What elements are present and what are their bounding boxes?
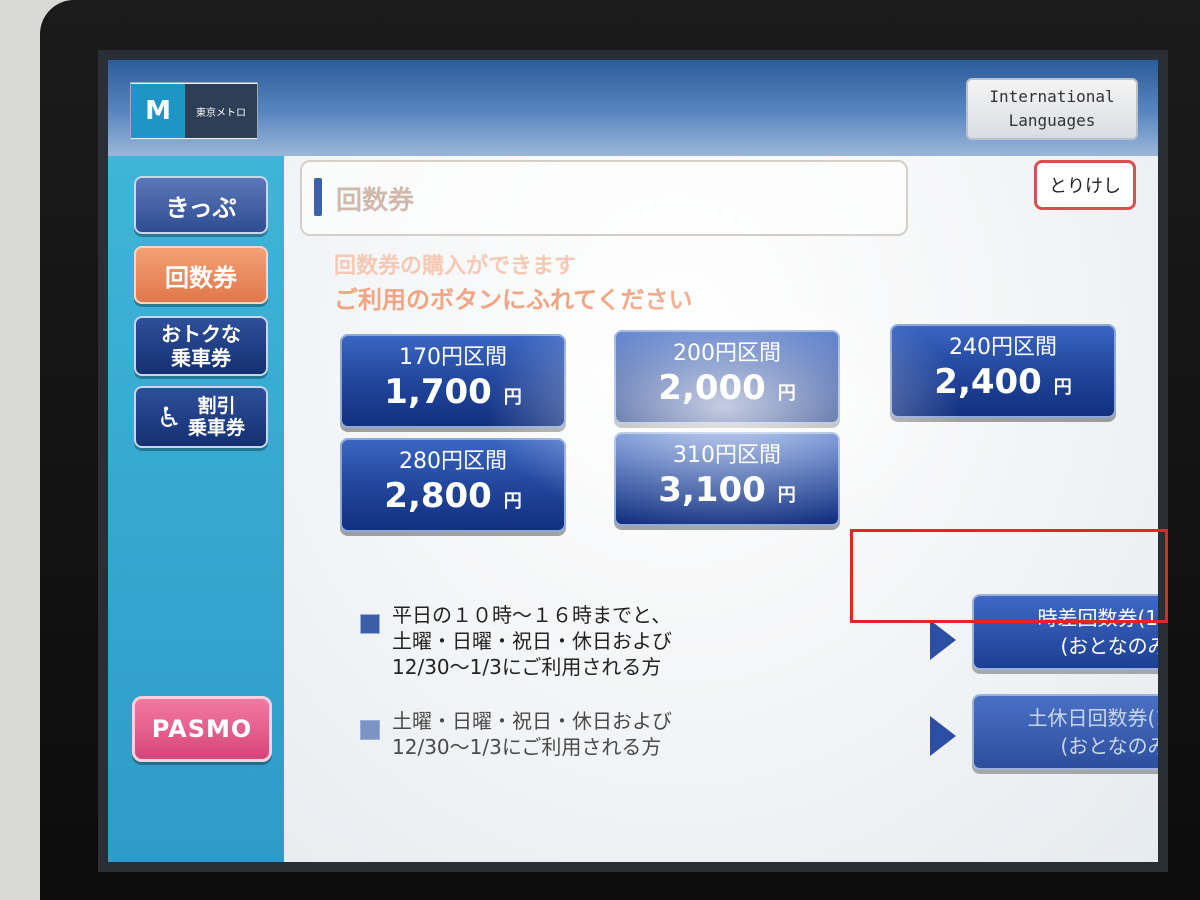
option-desc-line: 12/30～1/3にご利用される方 bbox=[392, 655, 662, 679]
fare-price: 2,000 円 bbox=[658, 368, 795, 414]
sidebar-item-label-line1: 割引 bbox=[197, 395, 236, 417]
fare-amount: 2,400 bbox=[934, 362, 1042, 402]
yen-unit: 円 bbox=[777, 383, 796, 404]
metro-logo-icon: M bbox=[131, 84, 185, 138]
instruction-line-1: 回数券の購入ができます bbox=[334, 254, 577, 279]
page-title-box: 回数券 bbox=[300, 160, 908, 236]
fare-price: 1,700 円 bbox=[384, 372, 521, 418]
option-1-description: 平日の１０時～１６時までと、 土曜・日曜・祝日・休日および 12/30～1/3に… bbox=[392, 602, 672, 680]
fare-amount: 2,000 bbox=[658, 368, 766, 408]
intl-label-line2: Languages bbox=[1008, 111, 1096, 130]
wheelchair-icon: ♿ bbox=[156, 400, 183, 434]
fare-range-label: 240円区間 bbox=[949, 335, 1057, 360]
yen-unit: 円 bbox=[777, 485, 796, 506]
option-desc-line: 土曜・日曜・祝日・休日および bbox=[392, 629, 672, 653]
fare-button-200[interactable]: 200円区間 2,000 円 bbox=[614, 330, 840, 424]
fare-range-label: 170円区間 bbox=[399, 345, 507, 370]
triangle-arrow-icon bbox=[930, 620, 956, 660]
fare-button-310[interactable]: 310円区間 3,100 円 bbox=[614, 432, 840, 526]
sidebar-item-label: 回数券 bbox=[165, 263, 237, 292]
fare-range-label: 310円区間 bbox=[673, 443, 781, 468]
sidebar-item-tickets[interactable]: きっぷ bbox=[134, 176, 268, 234]
main-panel: 回数券 とりけし 回数券の購入ができます ご利用のボタンにふれてください 170… bbox=[284, 156, 1158, 862]
international-languages-button[interactable]: International Languages bbox=[966, 78, 1138, 140]
sidebar-item-label-line2: 乗車券 bbox=[188, 417, 246, 439]
sidebar-item-label: きっぷ bbox=[165, 193, 237, 222]
fare-range-label: 280円区間 bbox=[399, 449, 507, 474]
fare-button-280[interactable]: 280円区間 2,800 円 bbox=[340, 438, 566, 532]
discount-label: 割引 乗車券 bbox=[188, 395, 245, 439]
fare-price: 2,800 円 bbox=[384, 476, 521, 522]
sidebar-item-label-line1: おトクな bbox=[161, 322, 241, 346]
tokyo-metro-logo: M 東京メトロ bbox=[130, 82, 258, 140]
bullet-square-icon bbox=[360, 614, 380, 634]
fare-amount: 3,100 bbox=[658, 470, 766, 510]
option-button-line2: (おとなのみ) bbox=[1060, 634, 1158, 658]
fare-button-170[interactable]: 170円区間 1,700 円 bbox=[340, 334, 566, 428]
fare-amount: 2,800 bbox=[384, 476, 492, 516]
sidebar: きっぷ 回数券 おトクな 乗車券 ♿ 割引 乗車券 PASMO bbox=[108, 156, 284, 862]
fare-price: 3,100 円 bbox=[658, 470, 795, 516]
yen-unit: 円 bbox=[503, 387, 522, 408]
sidebar-item-value-tickets[interactable]: おトクな 乗車券 bbox=[134, 316, 268, 376]
fare-amount: 1,700 bbox=[384, 372, 492, 412]
fare-range-label: 200円区間 bbox=[673, 341, 781, 366]
cancel-button[interactable]: とりけし bbox=[1034, 160, 1136, 210]
option-button-line1: 土休日回数券(14枚) bbox=[1027, 706, 1158, 730]
header-bar: M 東京メトロ International Languages bbox=[108, 60, 1158, 156]
intl-label-line1: International bbox=[989, 87, 1115, 106]
sidebar-item-label-line2: 乗車券 bbox=[171, 346, 231, 370]
option-desc-line: 平日の１０時～１６時までと、 bbox=[392, 603, 672, 627]
sidebar-item-discount-tickets[interactable]: ♿ 割引 乗車券 bbox=[134, 386, 268, 448]
bullet-square-icon bbox=[360, 720, 380, 740]
ticket-machine-screen: M 東京メトロ International Languages きっぷ 回数券 … bbox=[108, 60, 1158, 862]
title-accent-bar bbox=[314, 178, 322, 216]
page-title: 回数券 bbox=[336, 186, 415, 216]
triangle-arrow-icon bbox=[930, 716, 956, 756]
pasmo-button[interactable]: PASMO bbox=[132, 696, 272, 762]
instruction-line-2: ご利用のボタンにふれてください bbox=[334, 286, 693, 314]
option-desc-line: 12/30～1/3にご利用される方 bbox=[392, 735, 662, 759]
sidebar-item-coupon-tickets[interactable]: 回数券 bbox=[134, 246, 268, 304]
logo-text: 東京メトロ bbox=[185, 84, 257, 138]
holiday-coupon-button[interactable]: 土休日回数券(14枚) (おとなのみ) bbox=[972, 694, 1158, 770]
yen-unit: 円 bbox=[503, 491, 522, 512]
highlight-box bbox=[850, 529, 1168, 623]
yen-unit: 円 bbox=[1053, 377, 1072, 398]
option-desc-line: 土曜・日曜・祝日・休日および bbox=[392, 709, 672, 733]
option-button-line2: (おとなのみ) bbox=[1060, 734, 1158, 758]
option-2-description: 土曜・日曜・祝日・休日および 12/30～1/3にご利用される方 bbox=[392, 708, 672, 760]
fare-price: 2,400 円 bbox=[934, 362, 1071, 408]
fare-button-240[interactable]: 240円区間 2,400 円 bbox=[890, 324, 1116, 418]
